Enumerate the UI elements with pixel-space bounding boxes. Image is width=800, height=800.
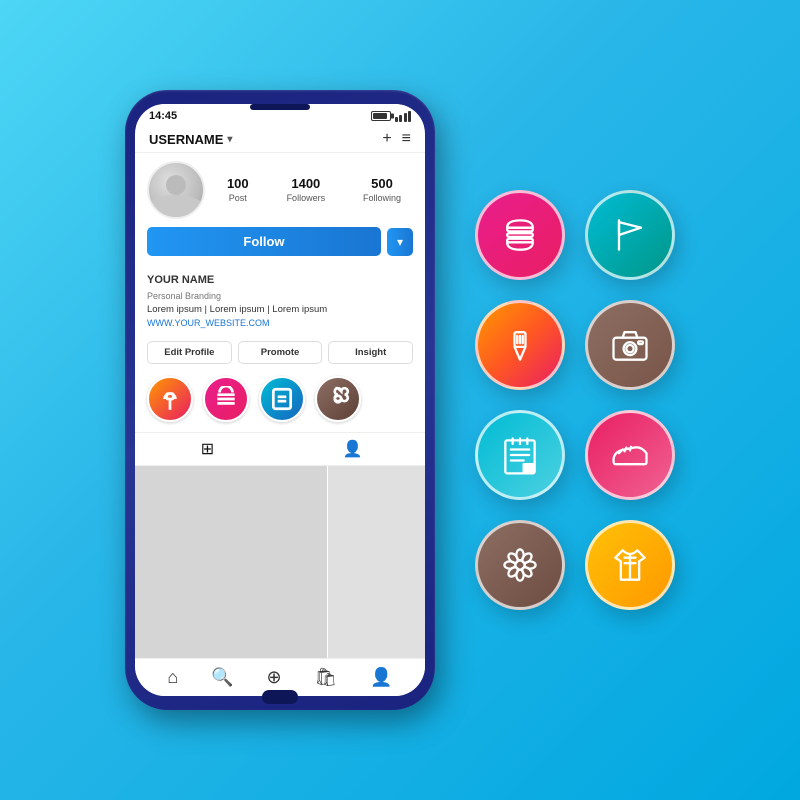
highlight-icecream	[147, 376, 193, 422]
status-icons	[371, 111, 412, 122]
highlight-item[interactable]	[259, 376, 305, 422]
profile-subtitle: Personal Branding	[147, 290, 413, 304]
profile-nav-icon[interactable]: 👤	[370, 667, 392, 688]
highlight-item[interactable]	[315, 376, 361, 422]
username-area[interactable]: USERNAME ▾	[149, 132, 232, 147]
profile-name: YOUR NAME	[147, 272, 413, 289]
ice-cream-icon-circle[interactable]	[475, 300, 565, 390]
profile-row: 100 Post 1400 Followers 500 Following	[147, 161, 413, 219]
action-buttons: Edit Profile Promote Insight	[135, 337, 425, 372]
photo-grid	[135, 466, 425, 658]
home-button	[262, 690, 298, 704]
add-icon[interactable]: +	[382, 130, 391, 148]
highlight-burger	[203, 376, 249, 422]
insight-button[interactable]: Insight	[328, 341, 413, 364]
top-nav-icons: + ≡	[382, 130, 411, 148]
post-count: 100	[227, 176, 249, 193]
search-nav-icon[interactable]: 🔍	[211, 667, 233, 688]
highlight-item[interactable]	[203, 376, 249, 422]
stat-followers: 1400 Followers	[287, 176, 326, 205]
phone-wrapper: 14:45	[125, 90, 435, 710]
status-time: 14:45	[149, 110, 177, 122]
profile-website[interactable]: WWW.YOUR_WEBSITE.COM	[147, 317, 413, 331]
highlight-notepad	[259, 376, 305, 422]
bio-section: YOUR NAME Personal Branding Lorem ipsum …	[135, 272, 425, 337]
menu-icon[interactable]: ≡	[402, 130, 411, 148]
promote-button[interactable]: Promote	[238, 341, 323, 364]
stat-posts: 100 Post	[227, 176, 249, 205]
follow-dropdown-button[interactable]: ▾	[387, 228, 413, 256]
follow-row: Follow ▾	[147, 227, 413, 256]
shop-nav-icon[interactable]: 🛍	[314, 667, 337, 688]
signal-bars	[395, 111, 412, 122]
main-container: 14:45	[10, 90, 790, 710]
avatar	[147, 161, 205, 219]
highlight-flower	[315, 376, 361, 422]
shoe-icon-circle[interactable]	[585, 410, 675, 500]
post-label: Post	[229, 193, 247, 203]
following-count: 500	[363, 176, 401, 193]
edit-profile-button[interactable]: Edit Profile	[147, 341, 232, 364]
phone-screen: 14:45	[135, 104, 425, 696]
shirt-icon-circle[interactable]	[585, 520, 675, 610]
home-nav-icon[interactable]: ⌂	[167, 667, 178, 688]
followers-label: Followers	[287, 193, 326, 203]
profile-section: 100 Post 1400 Followers 500 Following	[135, 153, 425, 272]
status-bar: 14:45	[135, 104, 425, 126]
stat-following: 500 Following	[363, 176, 401, 205]
phone-outer: 14:45	[125, 90, 435, 710]
battery-icon	[371, 111, 391, 121]
top-nav: USERNAME ▾ + ≡	[135, 126, 425, 153]
story-highlights	[135, 372, 425, 432]
app-icons-grid	[475, 190, 675, 610]
camera-icon-circle[interactable]	[585, 300, 675, 390]
chevron-down-icon: ▾	[227, 134, 232, 145]
content-tab-bar: ⊞ 👤	[135, 432, 425, 466]
stats-row: 100 Post 1400 Followers 500 Following	[215, 176, 413, 205]
grid-tab[interactable]: ⊞	[135, 439, 280, 459]
profile-bio: Lorem ipsum | Lorem ipsum | Lorem ipsum	[147, 303, 413, 317]
notepad-icon-circle[interactable]	[475, 410, 565, 500]
following-label: Following	[363, 193, 401, 203]
highlight-item[interactable]	[147, 376, 193, 422]
follow-button[interactable]: Follow	[147, 227, 381, 256]
flower-icon-circle[interactable]	[475, 520, 565, 610]
add-nav-icon[interactable]: ⊕	[266, 667, 281, 688]
photo-cell-1	[135, 466, 327, 658]
followers-count: 1400	[287, 176, 326, 193]
burger-icon-circle[interactable]	[475, 190, 565, 280]
flag-icon-circle[interactable]	[585, 190, 675, 280]
tag-tab[interactable]: 👤	[280, 439, 425, 459]
username-text: USERNAME	[149, 132, 223, 147]
photo-cell-2	[328, 466, 425, 658]
